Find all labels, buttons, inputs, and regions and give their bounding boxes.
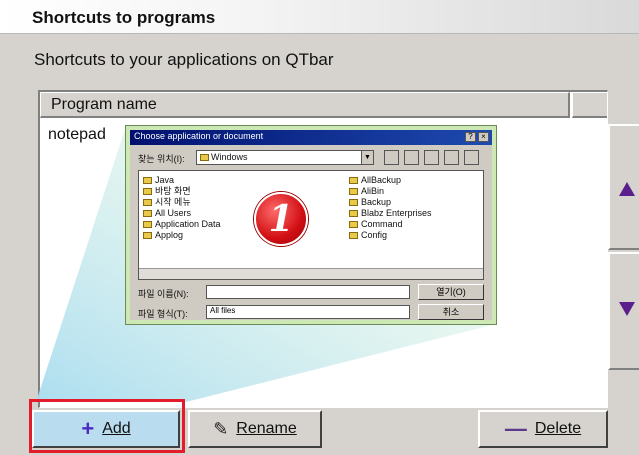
file-list[interactable]: Java 바탕 화면 시작 메뉴 All Users Application D… bbox=[138, 170, 484, 280]
pencil-icon: ✎ bbox=[213, 418, 229, 439]
list-item[interactable]: 바탕 화면 bbox=[143, 186, 221, 197]
subtitle: Shortcuts to your applications on QTbar bbox=[34, 50, 334, 69]
column-header-program-name[interactable]: Program name bbox=[40, 92, 570, 118]
minus-icon: — bbox=[504, 416, 527, 441]
list-item[interactable]: Java bbox=[143, 175, 221, 186]
list-item[interactable]: Applog bbox=[143, 230, 221, 241]
column-header-filler bbox=[572, 92, 607, 118]
rename-button[interactable]: ✎ Rename bbox=[188, 410, 322, 448]
column-header-label: Program name bbox=[51, 96, 157, 113]
move-up-button[interactable] bbox=[608, 124, 639, 250]
rename-button-label: Rename bbox=[236, 420, 297, 437]
step-number-badge: 1 bbox=[254, 192, 308, 246]
delete-button[interactable]: — Delete bbox=[478, 410, 608, 448]
arrow-down-icon bbox=[619, 302, 635, 316]
details-view-icon[interactable] bbox=[464, 150, 479, 165]
filename-label: 파일 이름(N): bbox=[138, 289, 189, 299]
list-item[interactable]: AllBackup bbox=[349, 175, 432, 186]
file-column-right: AllBackup AliBin Backup Blabz Enterprise… bbox=[349, 175, 432, 241]
plus-icon: + bbox=[81, 416, 95, 441]
add-button[interactable]: + Add bbox=[32, 410, 180, 448]
filename-field[interactable] bbox=[206, 285, 410, 299]
help-icon[interactable]: ? bbox=[465, 132, 476, 142]
list-item[interactable]: notepad bbox=[48, 126, 106, 144]
filetype-select[interactable]: All files bbox=[206, 305, 410, 319]
open-file-dialog: Choose application or document ? × 찾는 위치… bbox=[126, 126, 496, 324]
list-item[interactable]: 시작 메뉴 bbox=[143, 197, 221, 208]
folder-icon bbox=[200, 154, 209, 161]
list-view-icon[interactable] bbox=[444, 150, 459, 165]
list-item[interactable]: Backup bbox=[349, 197, 432, 208]
look-in-select[interactable]: Windows ▼ bbox=[196, 150, 374, 165]
open-button[interactable]: 열기(O) bbox=[418, 284, 484, 300]
page-title: Shortcuts to programs bbox=[32, 8, 216, 27]
horizontal-scrollbar[interactable] bbox=[139, 268, 483, 279]
dialog-title: Choose application or document bbox=[134, 131, 264, 141]
delete-button-label: Delete bbox=[534, 420, 582, 437]
list-item[interactable]: Command bbox=[349, 219, 432, 230]
close-icon[interactable]: × bbox=[478, 132, 489, 142]
move-down-button[interactable] bbox=[608, 252, 639, 370]
list-item[interactable]: Application Data bbox=[143, 219, 221, 230]
list-item[interactable]: Blabz Enterprises bbox=[349, 208, 432, 219]
new-folder-icon[interactable] bbox=[404, 150, 419, 165]
file-column-left: Java 바탕 화면 시작 메뉴 All Users Application D… bbox=[143, 175, 221, 241]
look-in-value: Windows bbox=[211, 152, 248, 162]
desktop-icon[interactable] bbox=[424, 150, 439, 165]
up-folder-icon[interactable] bbox=[384, 150, 399, 165]
list-item[interactable]: AliBin bbox=[349, 186, 432, 197]
list-item[interactable]: Config bbox=[349, 230, 432, 241]
filetype-value: All files bbox=[210, 306, 236, 315]
dialog-titlebar: Choose application or document ? × bbox=[130, 130, 492, 145]
arrow-up-icon bbox=[619, 182, 635, 196]
add-button-label: Add bbox=[102, 420, 131, 437]
look-in-label: 찾는 위치(I): bbox=[138, 154, 185, 164]
list-item[interactable]: All Users bbox=[143, 208, 221, 219]
filetype-label: 파일 형식(T): bbox=[138, 309, 188, 319]
cancel-button[interactable]: 취소 bbox=[418, 304, 484, 320]
header-bar: Shortcuts to programs bbox=[0, 0, 639, 34]
chevron-down-icon[interactable]: ▼ bbox=[361, 151, 373, 164]
